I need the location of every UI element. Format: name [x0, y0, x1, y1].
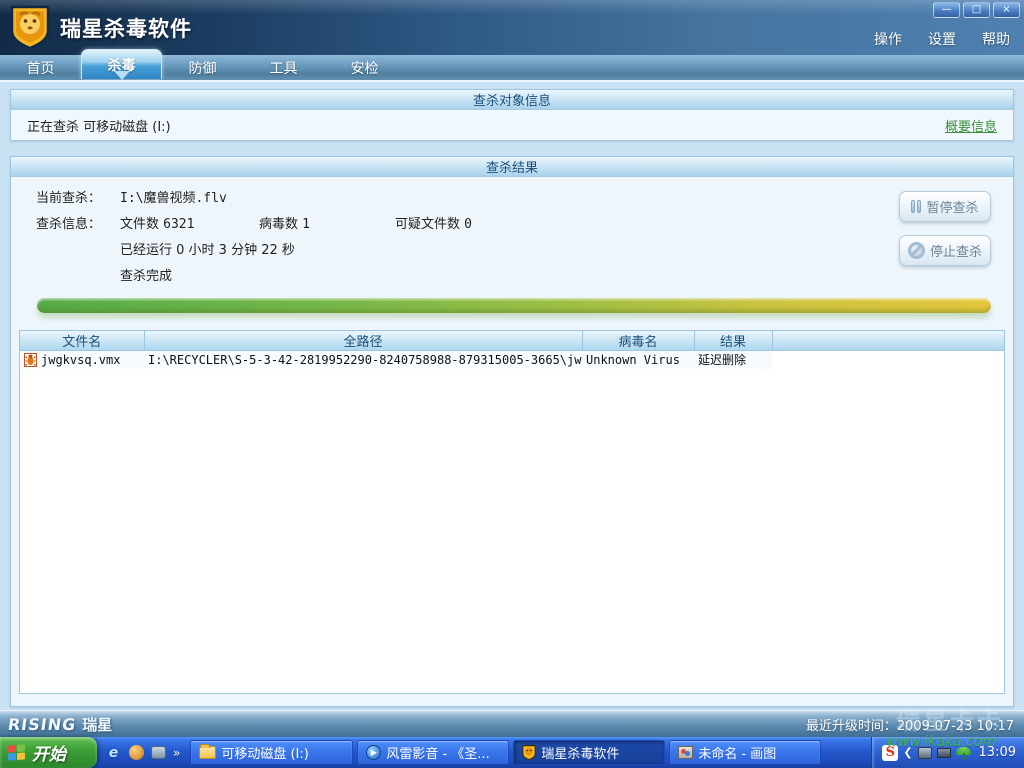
folder-icon — [199, 744, 217, 759]
minimize-button[interactable]: — — [933, 2, 960, 18]
results-table: 文件名 全路径 病毒名 结果 jwgkvsq.vmx I:\RECYCLER\S… — [20, 331, 1004, 369]
taskbar-button-media-player[interactable]: ▶ 风雷影音 - 《圣... — [357, 740, 510, 765]
summary-info-link[interactable]: 概要信息 — [945, 116, 997, 135]
start-button[interactable]: 开始 — [0, 737, 97, 768]
rising-brand-logo: RISING 瑞星 — [6, 714, 113, 735]
column-header-fullpath[interactable]: 全路径 — [144, 331, 583, 351]
progress-fill — [37, 298, 991, 313]
row-result: 延迟删除 — [694, 350, 772, 369]
rising-mini-shield-icon — [522, 745, 536, 760]
sogou-tray-icon[interactable]: S — [882, 744, 899, 761]
scan-result-panel-header: 查杀结果 — [11, 157, 1013, 177]
restore-button[interactable]: □ — [963, 2, 990, 18]
windows-logo-icon — [8, 743, 26, 761]
current-scan-value: I:\魔兽视频.flv — [120, 191, 227, 206]
screen: 瑞星杀毒软件 — □ × 操作 设置 帮助 首页 杀毒 防御 工具 安检 查杀对… — [0, 0, 1024, 768]
quick-launch-more-chevron[interactable]: » — [173, 746, 180, 760]
stop-scan-button[interactable]: 停止查杀 — [899, 235, 991, 266]
tab-bar: 首页 杀毒 防御 工具 安检 — [0, 49, 1024, 80]
column-header-result[interactable]: 结果 — [694, 331, 773, 351]
last-update-time: 最近升级时间：2009-07-23 10:17 — [805, 718, 1014, 734]
row-full-path: I:\RECYCLER\S-5-3-42-2819952290-82407589… — [144, 350, 582, 369]
brand-cn-text: 瑞星 — [82, 715, 113, 734]
tab-scan[interactable]: 杀毒 — [81, 49, 162, 80]
scan-target-panel-header: 查杀对象信息 — [11, 90, 1013, 110]
rising-umbrella-tray-icon[interactable] — [955, 746, 971, 760]
quick-launch-bar: e » — [97, 744, 188, 761]
system-tray: S ❮ 13:09 — [871, 737, 1024, 768]
scan-info-label: 查杀信息： — [36, 217, 102, 232]
row-virus-name: Unknown Virus — [582, 350, 694, 369]
paint-icon — [678, 746, 694, 759]
show-desktop-icon[interactable] — [151, 746, 166, 759]
internet-explorer-icon[interactable]: e — [105, 744, 122, 761]
table-row[interactable]: jwgkvsq.vmx I:\RECYCLER\S-5-3-42-2819952… — [20, 350, 1004, 369]
status-bar: RISING 瑞星 最近升级时间：2009-07-23 10:17 — [0, 710, 1024, 737]
tab-home[interactable]: 首页 — [0, 55, 81, 80]
pause-scan-button[interactable]: 暂停查杀 — [899, 191, 991, 222]
taskbar-button-paint[interactable]: 未命名 - 画图 — [669, 740, 822, 765]
row-file-name: jwgkvsq.vmx — [41, 352, 121, 367]
safely-remove-hardware-icon[interactable] — [917, 746, 932, 759]
input-method-tray-icon[interactable] — [936, 747, 951, 758]
taskbar-button-removable-disk[interactable]: 可移动磁盘 (I:) — [190, 740, 354, 765]
file-count-stat: 文件数 6321 — [120, 217, 195, 232]
close-button[interactable]: × — [993, 2, 1020, 18]
stop-icon — [907, 242, 925, 259]
rising-lion-logo-icon — [10, 5, 50, 49]
suspicious-count-stat: 可疑文件数 0 — [395, 217, 472, 232]
title-bar: 瑞星杀毒软件 — □ × 操作 设置 帮助 — [0, 0, 1024, 55]
results-table-container: 文件名 全路径 病毒名 结果 jwgkvsq.vmx I:\RECYCLER\S… — [19, 330, 1005, 694]
virus-bug-icon — [24, 352, 37, 367]
tab-defense[interactable]: 防御 — [162, 55, 243, 80]
taskbar-button-rising-antivirus[interactable]: 瑞星杀毒软件 — [513, 740, 666, 765]
menu-help[interactable]: 帮助 — [982, 29, 1010, 49]
virus-count-stat: 病毒数 1 — [259, 217, 310, 232]
scan-target-status: 正在查杀 可移动磁盘 (I:) — [27, 119, 171, 135]
menu-settings[interactable]: 设置 — [928, 29, 956, 49]
menu-operate[interactable]: 操作 — [874, 29, 902, 49]
scan-target-panel: 查杀对象信息 正在查杀 可移动磁盘 (I:) 概要信息 — [10, 89, 1014, 141]
tab-tools[interactable]: 工具 — [243, 55, 324, 80]
play-icon: ▶ — [366, 745, 382, 760]
scan-finished-text: 查杀完成 — [120, 269, 173, 284]
scan-result-panel: 查杀结果 当前查杀： I:\魔兽视频.flv 查杀信息： 文件数 6321 病毒… — [10, 156, 1014, 707]
tab-security-check[interactable]: 安检 — [324, 55, 405, 80]
windows-taskbar: 开始 e » 可移动磁盘 (I:) ▶ 风雷影音 - 《圣... 瑞星杀毒软件 — [0, 737, 1024, 768]
pause-icon — [911, 200, 922, 213]
tray-collapse-chevron[interactable]: ❮ — [903, 746, 912, 759]
media-app-icon[interactable] — [129, 745, 144, 760]
taskbar-clock: 13:09 — [978, 745, 1016, 760]
column-header-filename[interactable]: 文件名 — [20, 331, 145, 351]
app-title: 瑞星杀毒软件 — [60, 17, 192, 41]
menu-bar: 操作 设置 帮助 — [874, 29, 1010, 49]
elapsed-time-text: 已经运行 0 小时 3 分钟 22 秒 — [120, 243, 295, 258]
brand-en-text: RISING — [6, 714, 78, 734]
main-content: 查杀对象信息 正在查杀 可移动磁盘 (I:) 概要信息 查杀结果 当前查杀： I… — [0, 80, 1024, 710]
current-scan-label: 当前查杀： — [36, 191, 102, 206]
column-header-blank — [772, 331, 1004, 351]
column-header-virusname[interactable]: 病毒名 — [582, 331, 695, 351]
scan-progress-bar — [37, 298, 991, 313]
